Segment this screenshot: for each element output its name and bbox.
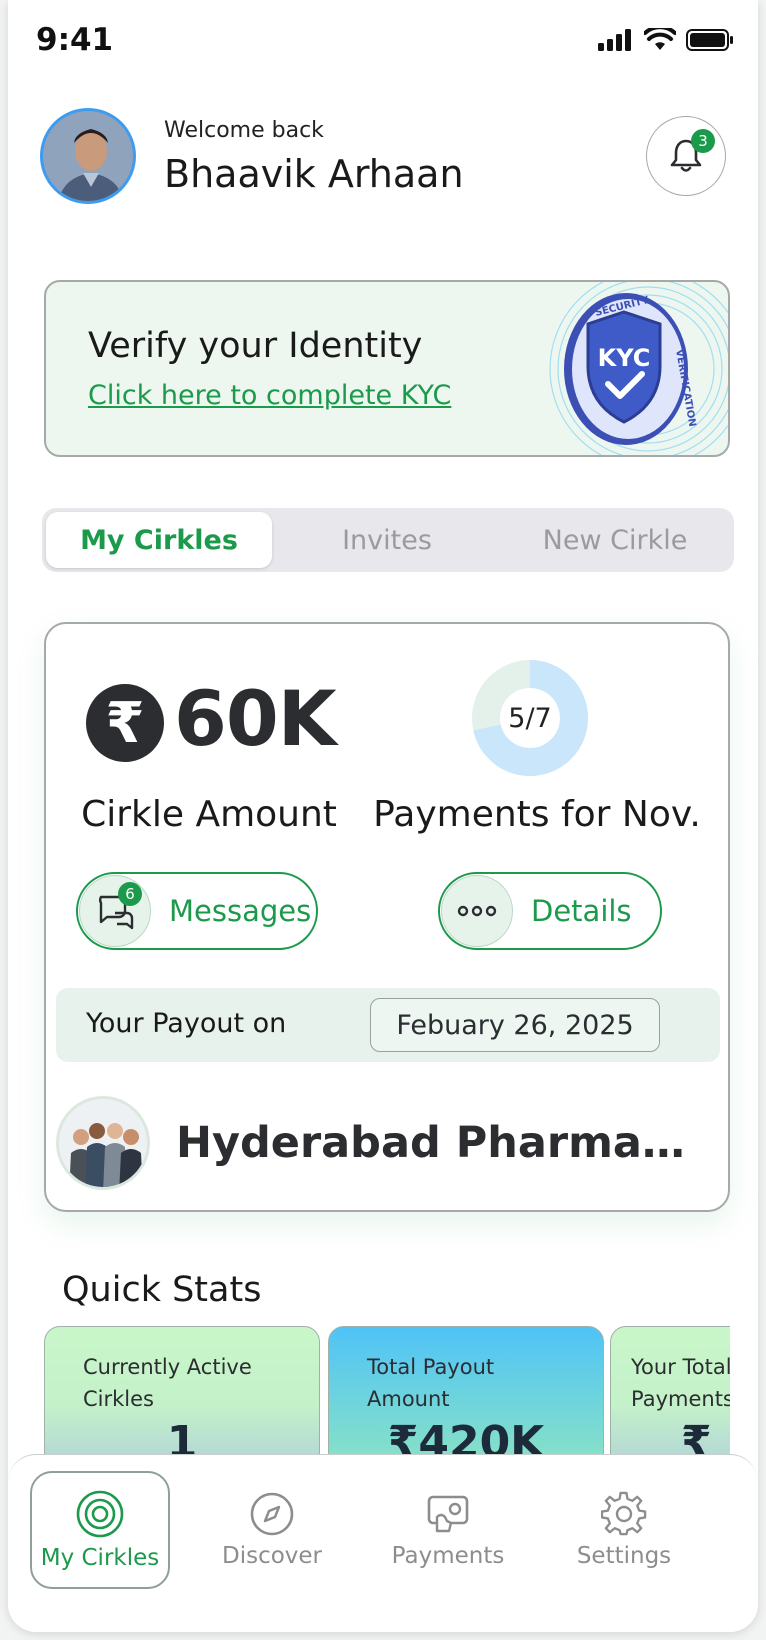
- payout-label: Your Payout on: [86, 1008, 287, 1039]
- notifications-button[interactable]: 3: [646, 116, 726, 196]
- group-avatar: [56, 1096, 150, 1190]
- kyc-title: Verify your Identity: [88, 326, 423, 366]
- cirkle-amount: 60K: [174, 674, 337, 763]
- payout-row: Your Payout on Febuary 26, 2025: [56, 988, 720, 1062]
- messages-button[interactable]: 6 Messages: [76, 872, 318, 950]
- tab-new-cirkle[interactable]: New Cirkle: [502, 512, 728, 568]
- battery-icon: [686, 29, 733, 51]
- welcome-text: Welcome back: [164, 118, 324, 143]
- messages-badge: 6: [118, 882, 142, 906]
- kyc-link[interactable]: Click here to complete KYC: [88, 380, 451, 411]
- user-avatar[interactable]: [40, 108, 136, 204]
- details-button[interactable]: Details: [438, 872, 662, 950]
- payments-label: Payments for Nov.: [373, 794, 701, 835]
- kyc-shield-icon: KYC SECURITY VERIFICATION: [549, 282, 728, 455]
- tab-invites[interactable]: Invites: [274, 512, 500, 568]
- nav-my-cirkles[interactable]: My Cirkles: [30, 1471, 170, 1589]
- wifi-icon: [644, 28, 676, 50]
- rupee-icon: ₹: [86, 684, 164, 762]
- nav-payments[interactable]: Payments: [378, 1471, 518, 1589]
- compass-icon: [250, 1492, 294, 1536]
- cirkle-amount-label: Cirkle Amount: [81, 794, 337, 835]
- nav-label: Discover: [221, 1543, 323, 1569]
- tab-my-cirkles[interactable]: My Cirkles: [46, 512, 272, 568]
- payments-progress-text: 5/7: [508, 702, 552, 734]
- stat-label: Currently Active Cirkles: [83, 1355, 252, 1411]
- signal-icon: [598, 29, 631, 51]
- bottom-nav: My Cirkles Discover Payments Settings: [8, 1454, 758, 1632]
- quick-stats-title: Quick Stats: [62, 1270, 262, 1310]
- status-icons: [598, 28, 734, 52]
- nav-label: Settings: [576, 1543, 672, 1569]
- nav-label: My Cirkles: [40, 1545, 160, 1571]
- notification-badge: 3: [691, 129, 715, 153]
- messages-label: Messages: [169, 894, 312, 928]
- status-time: 9:41: [36, 22, 114, 58]
- nav-settings[interactable]: Settings: [554, 1471, 694, 1589]
- kyc-badge-text: KYC: [598, 344, 651, 372]
- user-name: Bhaavik Arhaan: [164, 152, 464, 196]
- chat-icon: 6: [79, 875, 151, 947]
- stat-label: Your Total Payments: [631, 1355, 730, 1411]
- phone-screen: 9:41 Welcome back Bhaavik Arhaan 3 Verif…: [8, 0, 758, 1632]
- more-dots-icon: [441, 875, 513, 947]
- cirkle-card[interactable]: ₹ 60K Cirkle Amount 5/7 Payments for Nov…: [44, 622, 730, 1212]
- gear-icon: [601, 1491, 647, 1536]
- payout-date: Febuary 26, 2025: [370, 998, 660, 1052]
- group-name: Hyderabad Pharmacists: [176, 1118, 706, 1168]
- nav-discover[interactable]: Discover: [202, 1471, 342, 1589]
- payments-icon: [427, 1495, 469, 1533]
- kyc-banner[interactable]: Verify your Identity Click here to compl…: [44, 280, 730, 457]
- target-icon: [76, 1490, 124, 1538]
- cirkle-tabs: My Cirkles Invites New Cirkle: [42, 508, 734, 572]
- details-label: Details: [531, 894, 632, 928]
- stat-label: Total Payout Amount: [367, 1355, 495, 1411]
- nav-label: Payments: [391, 1543, 505, 1569]
